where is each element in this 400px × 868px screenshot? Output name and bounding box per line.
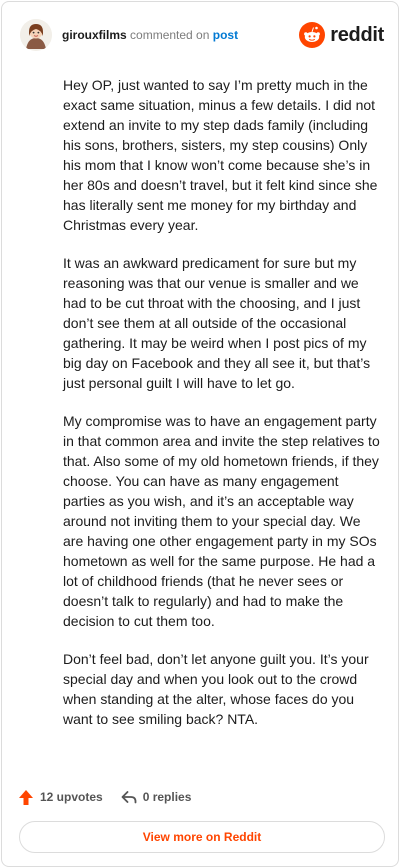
username-link[interactable]: girouxfilms (62, 28, 127, 42)
comment-paragraph: My compromise was to have an engagement … (63, 413, 380, 629)
comment-paragraph: Hey OP, just wanted to say I’m pretty mu… (63, 77, 378, 233)
reply-count: 0 replies (142, 790, 192, 804)
reddit-snoo-icon (299, 22, 326, 48)
brand-wordmark: reddit (330, 23, 384, 46)
upvote-arrow-icon (19, 789, 33, 805)
avatar-illustration-icon (20, 19, 52, 51)
comment-embed-card: girouxfilms commented on post reddit Hey… (1, 1, 399, 867)
comment-meta: girouxfilms commented on post (62, 28, 238, 42)
post-link[interactable]: post (213, 28, 238, 42)
comment-action-text: commented on (130, 28, 210, 42)
reply-button[interactable]: 0 replies (121, 790, 192, 804)
comment-footer: 12 upvotes 0 replies (18, 785, 191, 809)
comment-header: girouxfilms commented on post reddit (20, 17, 384, 53)
comment-paragraph: It was an awkward predicament for sure b… (63, 255, 371, 391)
upvote-count: 12 upvotes (40, 790, 103, 804)
reddit-logo[interactable]: reddit (299, 22, 384, 48)
comment-body: Hey OP, just wanted to say I’m pretty mu… (63, 75, 383, 747)
upvote-button[interactable]: 12 upvotes (18, 789, 103, 806)
comment-paragraph: Don’t feel bad, don’t let anyone guilt y… (63, 651, 369, 727)
reply-arrow-icon (121, 791, 137, 804)
user-avatar[interactable] (20, 19, 52, 51)
view-more-on-reddit-button[interactable]: View more on Reddit (19, 821, 385, 853)
